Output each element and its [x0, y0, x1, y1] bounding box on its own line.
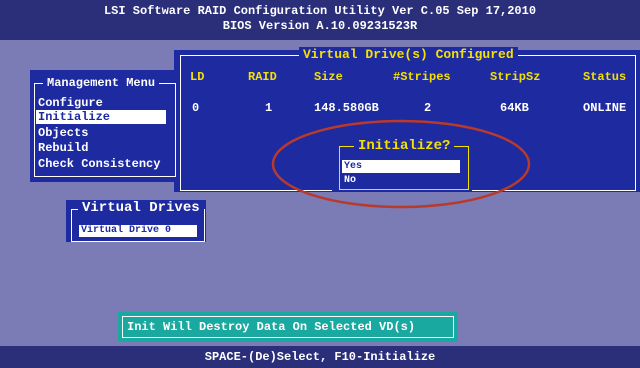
cell-raid: 1 [265, 101, 273, 115]
col-header-ld: LD [190, 70, 205, 84]
col-header-raid: RAID [248, 70, 277, 84]
cell-status: ONLINE [583, 101, 627, 115]
cell-stripsz: 64KB [500, 101, 529, 115]
virtual-drives-title: Virtual Drives [78, 200, 204, 216]
management-menu-list: Configure Initialize Objects Rebuild Che… [28, 96, 176, 176]
title-bar: LSI Software RAID Configuration Utility … [0, 0, 640, 40]
warning-frame: Init Will Destroy Data On Selected VD(s) [122, 316, 454, 338]
annotation-ellipse [271, 119, 531, 209]
bios-version: BIOS Version A.10.09231523R [222, 19, 418, 33]
menu-item-rebuild[interactable]: Rebuild [38, 141, 88, 155]
col-header-status: Status [583, 70, 627, 84]
warning-message: Init Will Destroy Data On Selected VD(s) [127, 320, 416, 334]
menu-item-objects[interactable]: Objects [38, 126, 88, 140]
menu-item-configure[interactable]: Configure [38, 96, 103, 110]
cell-size: 148.580GB [314, 101, 379, 115]
key-hint-bar: SPACE-(De)Select, F10-Initialize [0, 346, 640, 368]
col-header-size: Size [314, 70, 343, 84]
cell-ld: 0 [192, 101, 200, 115]
menu-item-initialize[interactable]: Initialize [36, 110, 166, 124]
vd-configured-title: Virtual Drive(s) Configured [299, 47, 518, 63]
cell-stripes: 2 [424, 101, 432, 115]
utility-title: LSI Software RAID Configuration Utility … [103, 4, 537, 18]
management-menu-title: Management Menu [43, 76, 160, 90]
col-header-stripes: #Stripes [393, 70, 451, 84]
key-hint-text: SPACE-(De)Select, F10-Initialize [204, 350, 436, 364]
virtual-drive-item[interactable]: Virtual Drive 0 [79, 225, 197, 237]
col-header-stripsz: StripSz [490, 70, 541, 84]
menu-item-check-consistency[interactable]: Check Consistency [38, 157, 160, 171]
